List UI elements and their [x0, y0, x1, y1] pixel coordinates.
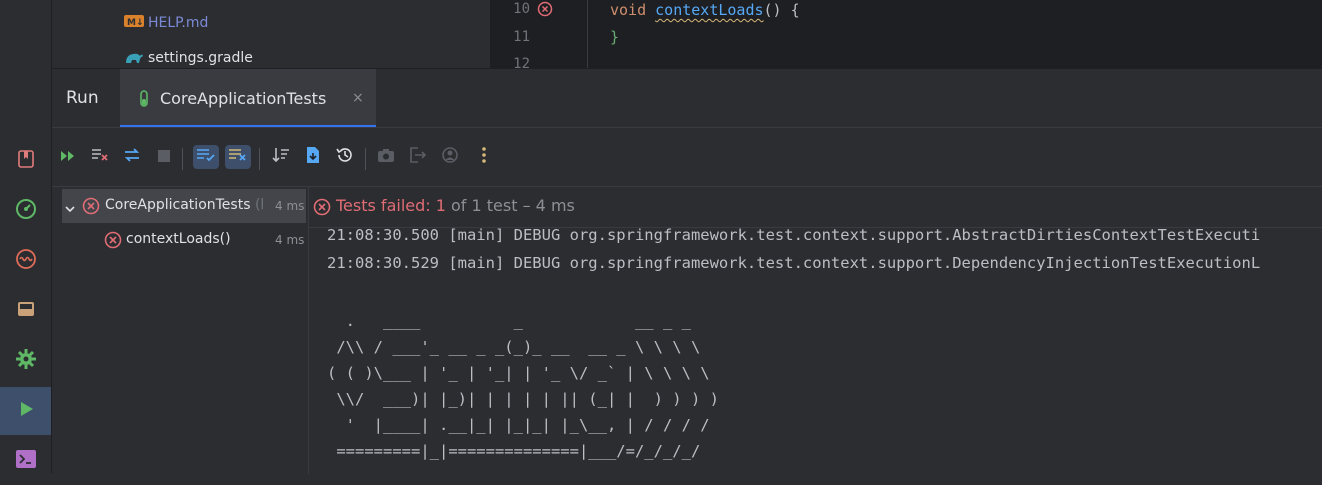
tests-summary: of 1 test – 4 ms [445, 196, 575, 215]
import-tests-button[interactable] [301, 145, 325, 169]
tree-item-settings-gradle[interactable]: settings.gradle [124, 47, 253, 69]
exit-button[interactable] [406, 145, 430, 169]
test-suite-suffix: (hel [254, 197, 263, 213]
markdown-icon: M↓ [124, 14, 144, 32]
coverage-button[interactable] [438, 145, 462, 169]
console-line: ' |____| .__|_| |_|_| |_\__, | / / / / [327, 416, 710, 434]
sort-icon [272, 147, 290, 167]
error-icon[interactable] [537, 1, 553, 21]
line-number: 11 [513, 29, 530, 45]
console-line: \\/ ___)| |_)| | | | | || (_| | ) ) ) ) [327, 390, 719, 408]
build-button[interactable] [0, 287, 51, 335]
test-tree-row[interactable]: contextLoads() 4 ms [52, 223, 308, 257]
test-status-text: Tests failed: 1 of 1 test – 4 ms [336, 196, 575, 215]
swap-icon [123, 147, 141, 167]
terminal-button[interactable] [0, 437, 51, 485]
chevron-down-icon[interactable] [64, 200, 76, 219]
run-panel: Run CoreApplicationTests × CoreApplicati… [52, 68, 1322, 474]
profiler-button[interactable] [0, 187, 51, 235]
test-status-bar: Tests failed: 1 of 1 test – 4 ms [309, 187, 1322, 228]
editor-gutter: 10 11 12 [490, 0, 588, 68]
tree-item-label: settings.gradle [148, 50, 253, 66]
build-icon [16, 299, 36, 323]
code-function: contextLoads [655, 1, 764, 19]
test-suite-label: CoreApplicationTests (hel [105, 197, 263, 213]
more-vertical-icon [481, 146, 487, 168]
gear-icon [15, 348, 37, 374]
test-tube-icon [138, 90, 150, 112]
history-icon [336, 146, 354, 168]
test-failed-icon [104, 231, 122, 253]
wave-icon [15, 248, 37, 274]
run-panel-title: Run [66, 88, 99, 108]
console-line: 21:08:30.500 [main] DEBUG org.springfram… [327, 228, 1261, 244]
run-tool-button[interactable] [0, 387, 51, 435]
toolbar-separator [182, 148, 183, 170]
svg-text:M↓: M↓ [127, 18, 144, 28]
stop-button[interactable] [152, 145, 176, 169]
console-line: . ____ _ __ _ _ [327, 312, 691, 330]
gauge-icon [15, 198, 37, 224]
services-button[interactable] [0, 337, 51, 385]
project-tree: M↓ HELP.md settings.gradle [52, 0, 537, 69]
bookmark-icon [16, 149, 36, 173]
code-editor[interactable]: 10 11 12 void contextLoads() { } [490, 0, 1322, 68]
rerun-failed-button[interactable] [88, 145, 112, 169]
camera-icon [377, 147, 395, 167]
error-icon [313, 198, 331, 220]
test-duration: 4 ms [275, 199, 305, 213]
endpoints-button[interactable] [0, 237, 51, 285]
import-icon [305, 146, 321, 168]
show-ignored-icon [228, 147, 248, 167]
test-results-tree: CoreApplicationTests (hel 4 ms contextLo… [52, 187, 309, 474]
toolbar-separator [365, 148, 366, 170]
rerun-icon [59, 148, 77, 167]
tab-core-application-tests[interactable]: CoreApplicationTests × [120, 69, 376, 127]
run-toolbar [52, 128, 1322, 187]
rerun-button[interactable] [56, 145, 80, 169]
history-button[interactable] [333, 145, 357, 169]
tool-window-strip [0, 0, 52, 473]
rerun-failed-icon [91, 147, 109, 167]
test-failed-icon [82, 197, 100, 219]
code-keyword: void [610, 1, 647, 19]
close-icon[interactable]: × [352, 90, 364, 106]
play-icon [17, 400, 35, 422]
terminal-icon [15, 449, 37, 473]
tests-failed-label: Tests failed: 1 [336, 196, 446, 215]
console-line: 21:08:30.529 [main] DEBUG org.springfram… [327, 254, 1261, 272]
line-number: 12 [513, 56, 530, 68]
test-duration: 4 ms [275, 233, 305, 247]
console-line: /\\ / ___'_ __ _ _(_)_ __ __ _ \ \ \ \ [327, 338, 701, 356]
stop-icon [157, 148, 171, 167]
toggle-auto-test-button[interactable] [120, 145, 144, 169]
toolbar-separator [259, 148, 260, 170]
code-rest: () { [763, 1, 800, 19]
test-method-name: contextLoads() [126, 231, 231, 247]
test-tree-root-row[interactable]: CoreApplicationTests (hel 4 ms [62, 189, 306, 223]
tab-label: CoreApplicationTests [160, 89, 327, 108]
console-line: ( ( )\___ | '_ | '_| | '_ \/ _` | \ \ \ … [327, 364, 710, 382]
code-line: void contextLoads() { [610, 1, 800, 19]
exit-icon [409, 147, 427, 167]
console-line: =========|_|==============|___/=/_/_/_/ [327, 442, 701, 460]
line-number: 10 [513, 1, 530, 17]
tree-item-label: HELP.md [148, 15, 209, 31]
gradle-icon [124, 47, 144, 69]
more-options-button[interactable] [472, 145, 496, 169]
code-line: } [610, 28, 620, 46]
tree-item-help-md[interactable]: M↓ HELP.md [124, 12, 208, 34]
sort-button[interactable] [269, 145, 293, 169]
show-ignored-button[interactable] [225, 145, 251, 169]
screenshot-button[interactable] [374, 145, 398, 169]
show-passed-icon [196, 147, 216, 167]
show-passed-button[interactable] [193, 145, 219, 169]
run-tab-bar: Run CoreApplicationTests × [52, 69, 1322, 128]
console-output[interactable]: 21:08:30.500 [main] DEBUG org.springfram… [309, 228, 1322, 474]
coverage-icon [441, 146, 459, 168]
bookmarks-button[interactable] [0, 137, 51, 185]
test-suite-name: CoreApplicationTests [105, 197, 251, 213]
